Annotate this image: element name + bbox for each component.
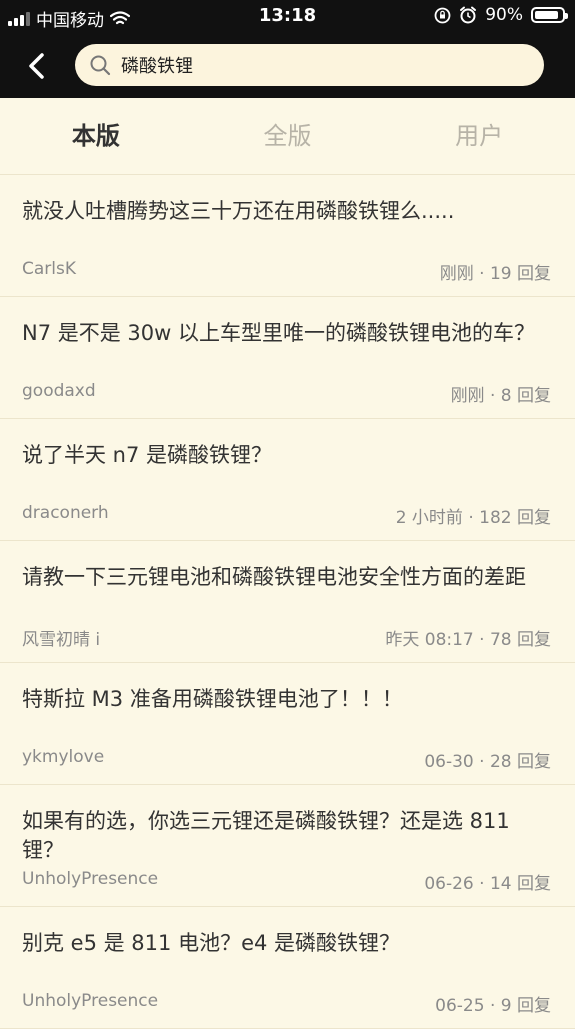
item-meta: 刚刚 · 19 回复: [439, 264, 551, 284]
item-author: UnholyPresence: [22, 991, 159, 1011]
battery-icon: [531, 7, 568, 23]
item-meta: 昨天 08:17 · 78 回复: [385, 630, 551, 650]
item-meta: 06-30 · 28 回复: [424, 752, 551, 772]
item-title: 说了半天 n7 是磷酸铁锂？: [22, 443, 273, 467]
back-icon[interactable]: [22, 48, 52, 84]
item-author: CarlsK: [22, 259, 77, 279]
item-title: 别克 e5 是 811 电池？e4 是磷酸铁锂？: [22, 931, 401, 955]
list-item[interactable]: 就没人吐槽腾势这三十万还在用磷酸铁锂么..... CarlsK 刚刚 · 19 …: [0, 175, 575, 297]
item-author: ykmylove: [22, 747, 105, 767]
list-item[interactable]: 别克 e5 是 811 电池？e4 是磷酸铁锂？ UnholyPresence …: [0, 907, 575, 1029]
alarm-icon: [460, 6, 477, 24]
search-icon: [90, 55, 111, 76]
list-item[interactable]: N7 是不是 30w 以上车型里唯一的磷酸铁锂电池的车？ goodaxd 刚刚 …: [0, 297, 575, 419]
battery-percent: 90%: [485, 5, 523, 25]
item-author: UnholyPresence: [22, 869, 159, 889]
list-item[interactable]: 如果有的选，你选三元锂还是磷酸铁锂？还是选 811 锂？ UnholyPrese…: [0, 785, 575, 907]
status-bar: 中国移动 13:18 90%: [0, 0, 575, 32]
item-meta: 06-25 · 9 回复: [435, 996, 551, 1016]
item-title: 特斯拉 M3 准备用磷酸铁锂电池了！！！: [22, 687, 403, 711]
list-item[interactable]: 说了半天 n7 是磷酸铁锂？ draconerh 2 小时前 · 182 回复: [0, 419, 575, 541]
item-meta: 06-26 · 14 回复: [424, 874, 551, 894]
item-meta: 刚刚 · 8 回复: [450, 386, 551, 406]
result-list: 就没人吐槽腾势这三十万还在用磷酸铁锂么..... CarlsK 刚刚 · 19 …: [0, 175, 575, 1029]
list-item[interactable]: 请教一下三元锂电池和磷酸铁锂电池安全性方面的差距 风雪初晴 i 昨天 08:17…: [0, 541, 575, 663]
tab-this-board[interactable]: 本版: [0, 98, 192, 174]
search-box[interactable]: [75, 44, 544, 86]
item-author: draconerh: [22, 503, 109, 523]
tab-users[interactable]: 用户: [383, 98, 575, 174]
item-title: 就没人吐槽腾势这三十万还在用磷酸铁锂么.....: [22, 199, 455, 223]
item-meta: 2 小时前 · 182 回复: [395, 508, 551, 528]
rotation-lock-icon: [434, 7, 451, 23]
item-title: 请教一下三元锂电池和磷酸铁锂电池安全性方面的差距: [22, 565, 526, 589]
search-input[interactable]: [121, 54, 501, 76]
item-author: goodaxd: [22, 381, 96, 401]
item-author: 风雪初晴 i: [22, 630, 101, 650]
tab-bar: 本版 全版 用户: [0, 98, 575, 175]
tab-all-boards[interactable]: 全版: [192, 98, 384, 174]
top-bar: 中国移动 13:18 90%: [0, 0, 575, 98]
item-title: N7 是不是 30w 以上车型里唯一的磷酸铁锂电池的车？: [22, 321, 535, 345]
list-item[interactable]: 特斯拉 M3 准备用磷酸铁锂电池了！！！ ykmylove 06-30 · 28…: [0, 663, 575, 785]
item-title: 如果有的选，你选三元锂还是磷酸铁锂？还是选 811 锂？: [22, 809, 510, 862]
